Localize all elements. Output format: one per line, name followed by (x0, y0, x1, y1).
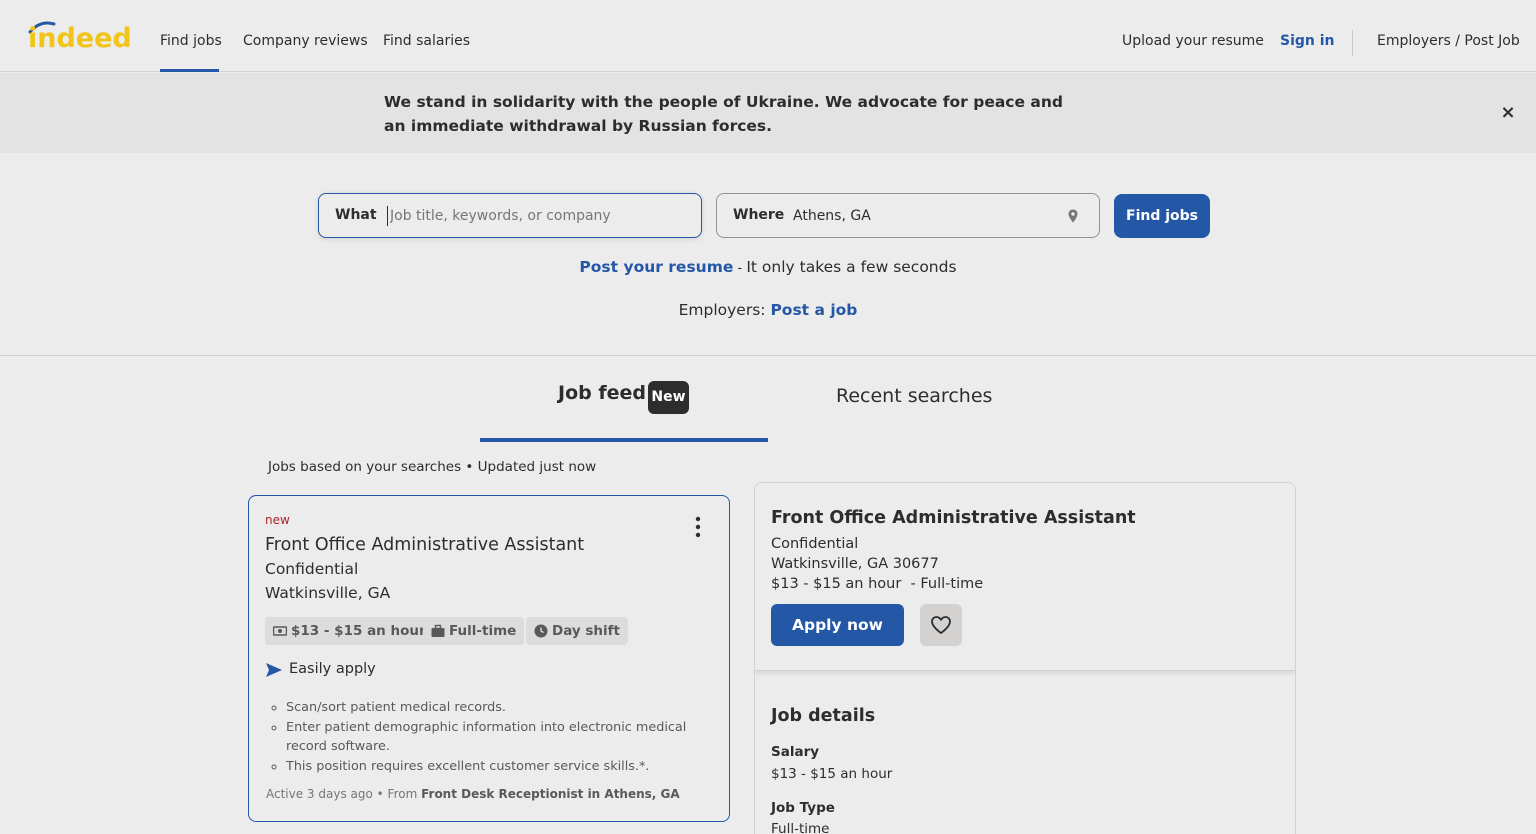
job-type-value: Full-time (771, 821, 830, 834)
job-detail-panel: Front Office Administrative Assistant Co… (754, 482, 1296, 834)
job-type-chip-label: Full-time (449, 623, 517, 639)
easily-apply: Easily apply (265, 661, 376, 677)
job-card[interactable]: new Front Office Administrative Assistan… (248, 495, 730, 822)
money-icon (273, 626, 287, 636)
where-input[interactable] (793, 206, 1053, 226)
employers-line: Employers: Post a job (0, 301, 1536, 319)
shift-chip: Day shift (526, 617, 629, 645)
post-resume-separator: - (733, 261, 747, 276)
new-badge: New (648, 381, 689, 414)
close-icon[interactable]: × (1498, 103, 1518, 123)
what-input[interactable] (387, 206, 687, 226)
salary-chip-label: $13 - $15 an hour (291, 623, 426, 639)
briefcase-icon (431, 624, 445, 637)
list-item: Enter patient demographic information in… (286, 718, 696, 757)
nav-active-indicator (160, 69, 219, 72)
tab-recent-searches[interactable]: Recent searches (836, 385, 992, 407)
job-detail-header: Front Office Administrative Assistant Co… (755, 483, 1295, 671)
shift-chip-label: Day shift (552, 623, 621, 639)
card-footer: Active 3 days ago • From Front Desk Rece… (266, 787, 680, 801)
card-footer-source[interactable]: Front Desk Receptionist in Athens, GA (421, 787, 680, 801)
find-jobs-button[interactable]: Find jobs (1114, 194, 1210, 238)
list-item: This position requires excellent custome… (286, 757, 696, 777)
company-name: Confidential (265, 560, 359, 578)
job-details-heading: Job details (771, 706, 876, 726)
banner-text: We stand in solidarity with the people o… (384, 93, 1063, 135)
apply-now-button[interactable]: Apply now (771, 604, 904, 646)
salary-value: $13 - $15 an hour (771, 766, 893, 782)
detail-company[interactable]: Confidential (771, 536, 858, 552)
list-item: Scan/sort patient medical records. (286, 698, 696, 718)
easily-apply-label: Easily apply (289, 661, 376, 677)
what-label: What (335, 207, 377, 223)
job-location: Watkinsville, GA (265, 584, 391, 602)
tab-job-feed[interactable]: Job feed (558, 382, 646, 404)
nav-divider (1352, 30, 1353, 56)
job-title[interactable]: Front Office Administrative Assistant (265, 535, 584, 555)
heart-icon (931, 616, 951, 634)
more-options-icon[interactable] (689, 516, 707, 538)
post-a-job-link[interactable]: Post a job (770, 301, 857, 319)
indeed-logo[interactable]: indeed (28, 18, 134, 52)
detail-location: Watkinsville, GA 30677 (771, 556, 939, 572)
sign-in-link[interactable]: Sign in (1280, 33, 1335, 49)
send-arrow-icon (266, 663, 282, 677)
new-label: new (265, 513, 290, 527)
feed-meta: Jobs based on your searches • Updated ju… (268, 459, 597, 475)
location-pin-icon (1068, 209, 1078, 223)
save-job-button[interactable] (920, 604, 962, 646)
job-type-label: Job Type (771, 800, 835, 816)
detail-job-title: Front Office Administrative Assistant (771, 508, 1136, 528)
nav-find-jobs[interactable]: Find jobs (160, 33, 222, 49)
post-resume-line: Post your resume - It only takes a few s… (0, 258, 1536, 276)
job-type-chip: Full-time (423, 617, 525, 645)
employers-label: Employers: (678, 301, 771, 319)
ukraine-banner: We stand in solidarity with the people o… (0, 73, 1536, 153)
what-search-box[interactable]: What (318, 193, 702, 238)
salary-chip: $13 - $15 an hour (265, 617, 434, 645)
where-search-box[interactable]: Where (716, 193, 1100, 238)
nav-company-reviews[interactable]: Company reviews (243, 33, 368, 49)
where-label: Where (733, 207, 785, 223)
salary-label: Salary (771, 744, 820, 760)
post-resume-tail: It only takes a few seconds (746, 258, 957, 276)
job-snippet: Scan/sort patient medical records. Enter… (286, 698, 696, 776)
tab-active-indicator (480, 438, 768, 442)
employers-post-job-link[interactable]: Employers / Post Job (1377, 33, 1520, 49)
post-resume-link[interactable]: Post your resume (579, 258, 733, 276)
feed-tabs: Job feed New Recent searches (0, 355, 1536, 442)
detail-pay-type: $13 - $15 an hour - Full-time (771, 576, 984, 592)
card-footer-prefix: Active 3 days ago • From (266, 787, 422, 801)
clock-icon (534, 624, 548, 638)
svg-text:indeed: indeed (28, 23, 132, 52)
top-header: indeed Find jobs Company reviews Find sa… (0, 0, 1536, 72)
upload-resume-link[interactable]: Upload your resume (1122, 33, 1264, 49)
nav-find-salaries[interactable]: Find salaries (383, 33, 470, 49)
